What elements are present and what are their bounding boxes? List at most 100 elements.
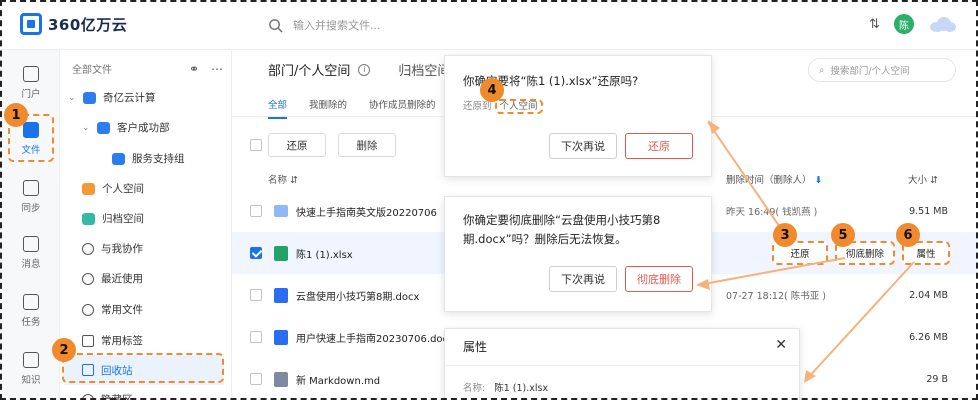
tree-node-company[interactable]: ⌄ 奇亿云计算 <box>68 90 156 105</box>
tree-node-group[interactable]: 服务支持组 <box>112 151 185 166</box>
app-logo[interactable]: 360亿万云 <box>20 13 127 35</box>
column-deleted-time[interactable]: 删除时间（删除人） ⬇ <box>726 172 823 186</box>
bulk-restore-button[interactable]: 还原 <box>268 133 326 157</box>
lock-icon <box>82 393 94 400</box>
tab-member-deleted[interactable]: 协作成员删除的 <box>369 97 436 111</box>
annotation-badge: 1 <box>4 103 28 127</box>
tree-node-label: 常用文件 <box>101 304 143 316</box>
logo-text: 360亿万云 <box>48 15 128 34</box>
restore-dialog: 你确定要将“陈1 (1).xlsx”还原吗? 还原到 个人空间 下次再说 还原 <box>444 55 712 177</box>
chevron-down-icon[interactable]: ⌄ <box>68 93 76 103</box>
rail-item-messages[interactable]: 消息 <box>10 236 52 270</box>
restore-target-line: 还原到 个人空间 <box>463 98 543 114</box>
purge-confirm-button[interactable]: 彻底删除 <box>625 266 693 292</box>
space-search-placeholder[interactable]: 搜索部门/个人空间 <box>830 63 909 77</box>
rail-label: 消息 <box>21 259 41 270</box>
folder-icon <box>112 152 125 165</box>
column-size[interactable]: 大小 ⇵ <box>908 172 938 186</box>
markdown-file-icon <box>274 371 288 387</box>
tab-all[interactable]: 全部 <box>268 97 288 119</box>
row-checkbox[interactable] <box>250 331 262 343</box>
more-icon[interactable]: ⋯ <box>211 62 223 76</box>
annotation-badge: 6 <box>896 223 920 247</box>
file-name[interactable]: 陈1 (1).xlsx <box>296 246 353 261</box>
purge-question-line2: 期.docx”吗？删除后无法恢复。 <box>463 232 627 246</box>
row-checkbox[interactable] <box>250 205 262 217</box>
tree-node-recent[interactable]: 最近使用 <box>82 271 143 286</box>
tree-node-personal[interactable]: 个人空间 <box>82 181 144 196</box>
column-name[interactable]: 名称 ⇵ <box>268 172 298 186</box>
file-name[interactable]: 用户快速上手指南20230706.docx <box>296 330 454 345</box>
top-bar: 360亿万云 输入并搜索文件... ⇅ 陈 <box>0 0 978 50</box>
book-icon <box>23 352 39 368</box>
tree-node-tags[interactable]: 常用标签 <box>82 333 143 348</box>
sync-icon <box>23 180 39 196</box>
rail-item-sync[interactable]: 同步 <box>10 180 52 214</box>
rail-label: 同步 <box>21 203 41 214</box>
tree-node-label: 最近使用 <box>101 273 143 285</box>
purge-later-button[interactable]: 下次再说 <box>549 266 617 292</box>
row-checkbox[interactable] <box>250 247 262 259</box>
transfer-icon[interactable]: ⇅ <box>869 17 880 32</box>
close-icon[interactable]: ✕ <box>775 337 787 353</box>
rail-item-knowledge[interactable]: 知识 <box>10 352 52 386</box>
rail-item-portal[interactable]: 门户 <box>10 66 52 100</box>
folder-icon <box>97 121 110 134</box>
cloud-icon[interactable] <box>928 14 958 34</box>
properties-name-row: 名称: 陈1 (1).xlsx <box>463 383 549 394</box>
tree-node-favorites[interactable]: 常用文件 <box>82 302 143 317</box>
rail-label: 知识 <box>21 375 41 386</box>
folder-icon <box>274 205 288 217</box>
rail-label: 门户 <box>21 89 41 100</box>
home-icon <box>23 66 39 82</box>
archive-icon <box>82 212 95 225</box>
excel-file-icon <box>274 245 288 261</box>
chevron-down-icon[interactable]: ⌄ <box>82 123 90 133</box>
avatar[interactable]: 陈 <box>894 14 914 34</box>
file-size: 6.26 MB <box>909 331 948 343</box>
deleted-time: 昨天 16:49( 钱凯燕 ) <box>726 207 818 218</box>
deleted-time: 07-27 18:12( 陈书亚 ) <box>726 291 826 302</box>
archive-tab[interactable]: 归档空间 <box>398 60 450 79</box>
rail-item-tasks[interactable]: 任务 <box>10 294 52 328</box>
global-search-placeholder[interactable]: 输入并搜索文件... <box>293 17 381 33</box>
users-icon <box>82 242 94 255</box>
tree-node-label: 个人空间 <box>102 183 144 195</box>
row-checkbox[interactable] <box>250 289 262 301</box>
tree-node-label: 与我协作 <box>101 243 143 255</box>
tree-header: 全部文件 <box>72 65 112 76</box>
properties-dialog: 属性 ✕ 名称: 陈1 (1).xlsx <box>444 328 800 400</box>
purge-question-line1: 你确定要彻底删除“云盘使用小技巧第8 <box>463 213 661 227</box>
bulk-delete-button[interactable]: 删除 <box>338 133 396 157</box>
folder-icon <box>82 182 95 195</box>
global-search[interactable]: 输入并搜索文件... <box>268 17 381 33</box>
restore-confirm-button[interactable]: 还原 <box>625 133 693 159</box>
task-icon <box>23 294 39 310</box>
restore-target[interactable]: 个人空间 <box>494 99 543 114</box>
star-icon <box>82 303 94 316</box>
select-all-checkbox[interactable] <box>250 139 262 151</box>
tree-node-label: 服务支持组 <box>132 153 185 165</box>
message-icon <box>23 236 39 252</box>
tree-node-archive[interactable]: 归档空间 <box>82 211 144 226</box>
restore-later-button[interactable]: 下次再说 <box>549 133 617 159</box>
filter-tabs: 全部 我删除的 协作成员删除的 <box>268 97 436 119</box>
space-search[interactable]: ⌕ 搜索部门/个人空间 <box>808 58 956 82</box>
file-name[interactable]: 快速上手指南英文版20220706 <box>296 204 437 219</box>
tree-node-label: 隐藏区 <box>101 394 133 400</box>
tree-node-hidden[interactable]: 隐藏区 <box>82 392 133 400</box>
tree-node-dept[interactable]: ⌄ 客户成功部 <box>82 120 170 135</box>
row-checkbox[interactable] <box>250 373 262 385</box>
info-icon[interactable]: i <box>358 63 371 76</box>
properties-title: 属性 <box>463 340 488 354</box>
org-icon[interactable]: ⚭ <box>189 62 199 76</box>
folder-tree: 全部文件 ⚭ ⋯ ⌄ 奇亿云计算 ⌄ 客户成功部 服务支持组 个人空间 归档空间… <box>60 50 232 400</box>
tab-my-deleted[interactable]: 我删除的 <box>309 97 347 111</box>
folder-icon <box>83 91 96 104</box>
file-name[interactable]: 云盘使用小技巧第8期.docx <box>296 288 419 303</box>
logo-icon <box>20 13 42 35</box>
file-size: 9.51 MB <box>909 205 948 217</box>
tree-node-label: 常用标签 <box>101 335 143 347</box>
tree-node-shared[interactable]: 与我协作 <box>82 241 143 256</box>
file-name[interactable]: 新 Markdown.md <box>296 372 380 387</box>
